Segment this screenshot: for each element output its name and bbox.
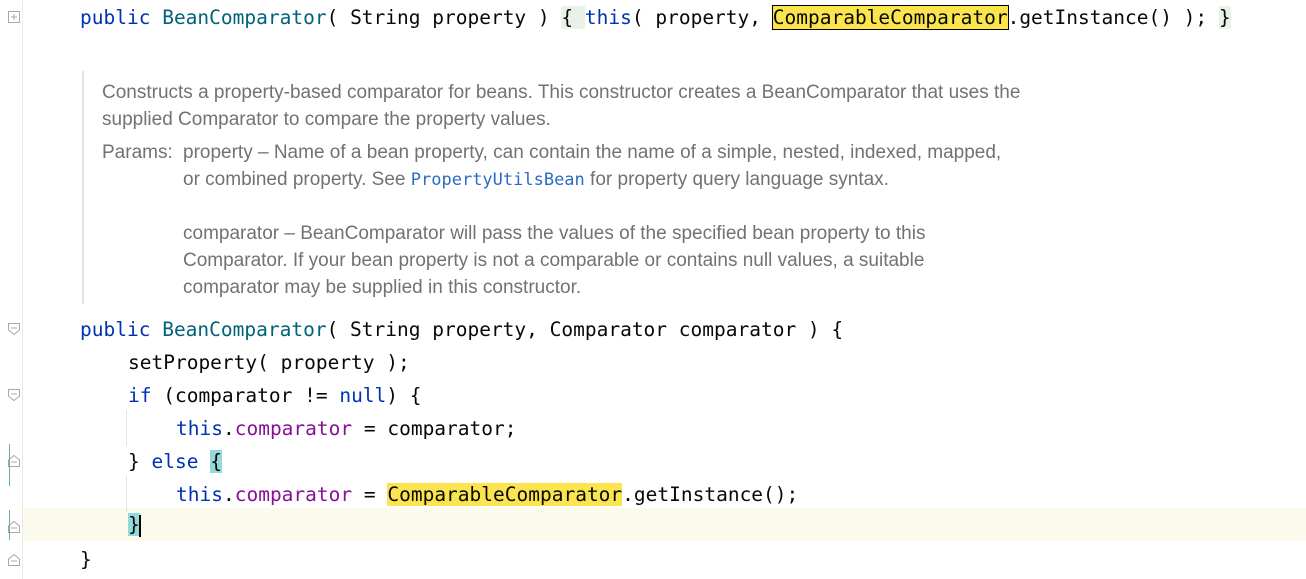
code-line-assignment[interactable]: this.comparator = comparator; bbox=[176, 414, 517, 444]
rendered-javadoc[interactable]: Constructs a property-based comparator f… bbox=[82, 71, 1044, 304]
highlighted-class-reference[interactable]: ComparableComparator bbox=[771, 5, 1009, 30]
keyword: public bbox=[80, 318, 151, 341]
highlighted-class-reference[interactable]: ComparableComparator bbox=[387, 483, 623, 506]
type-name: String bbox=[350, 6, 421, 29]
class-name: BeanComparator bbox=[162, 6, 327, 29]
fold-end-icon[interactable] bbox=[7, 553, 21, 567]
code-line-if[interactable]: if (comparator != null) { bbox=[128, 381, 422, 411]
fold-expand-icon[interactable] bbox=[7, 10, 21, 24]
code-line-close-else[interactable]: } bbox=[128, 510, 141, 540]
javadoc-params-label: Params: bbox=[102, 142, 173, 163]
code-text: .getInstance() ); bbox=[1007, 6, 1219, 29]
code-text: = comparator; bbox=[352, 417, 517, 440]
editor-gutter bbox=[0, 0, 23, 579]
code-line[interactable]: setProperty( property ); bbox=[128, 348, 410, 378]
keyword: if bbox=[128, 384, 152, 407]
change-marker bbox=[9, 444, 10, 486]
code-text: ( String property, Comparator comparator… bbox=[326, 318, 844, 341]
javadoc-link[interactable]: PropertyUtilsBean bbox=[411, 170, 585, 190]
code-text: ) { bbox=[386, 384, 422, 407]
matched-brace-open[interactable]: { bbox=[210, 450, 222, 473]
code-line-collapsed-constructor[interactable]: public BeanComparator( String property )… bbox=[80, 3, 1231, 33]
code-line-else[interactable]: } else { bbox=[128, 447, 222, 477]
javadoc-description: Constructs a property-based comparator f… bbox=[102, 82, 1021, 130]
code-text: } bbox=[128, 450, 152, 473]
code-text: . bbox=[222, 417, 235, 440]
keyword: null bbox=[339, 384, 387, 407]
change-marker bbox=[9, 510, 10, 540]
code-text: property ) bbox=[420, 6, 562, 29]
current-line-highlight bbox=[23, 508, 1306, 541]
code-text: ( property, bbox=[631, 6, 773, 29]
keyword: else bbox=[151, 450, 199, 473]
fold-collapse-icon[interactable] bbox=[7, 322, 21, 336]
keyword: this bbox=[176, 483, 223, 506]
javadoc-param-comparator: comparator – BeanComparator will pass th… bbox=[183, 223, 926, 298]
class-name: BeanComparator bbox=[162, 318, 327, 341]
keyword: public bbox=[80, 6, 151, 29]
code-line-assignment[interactable]: this.comparator = ComparableComparator.g… bbox=[176, 480, 798, 510]
folded-brace-open[interactable]: { bbox=[561, 6, 585, 29]
code-line-constructor-signature[interactable]: public BeanComparator( String property, … bbox=[80, 315, 843, 345]
javadoc-param-property: property – Name of a bean property, can … bbox=[183, 142, 1002, 190]
code-text: (comparator != bbox=[151, 384, 340, 407]
keyword: this bbox=[584, 6, 632, 29]
indent-guide bbox=[126, 410, 127, 446]
field-name: comparator bbox=[234, 417, 353, 440]
code-text: .getInstance(); bbox=[622, 483, 799, 506]
indent-guide bbox=[126, 476, 127, 512]
code-text: = bbox=[352, 483, 388, 506]
code-text: ( bbox=[326, 6, 351, 29]
text-caret bbox=[138, 514, 141, 537]
code-text: . bbox=[222, 483, 235, 506]
folded-brace-close[interactable]: } bbox=[1218, 6, 1231, 29]
field-name: comparator bbox=[234, 483, 353, 506]
code-line-close-method[interactable]: } bbox=[80, 545, 92, 575]
fold-collapse-icon[interactable] bbox=[7, 388, 21, 402]
keyword: this bbox=[176, 417, 223, 440]
